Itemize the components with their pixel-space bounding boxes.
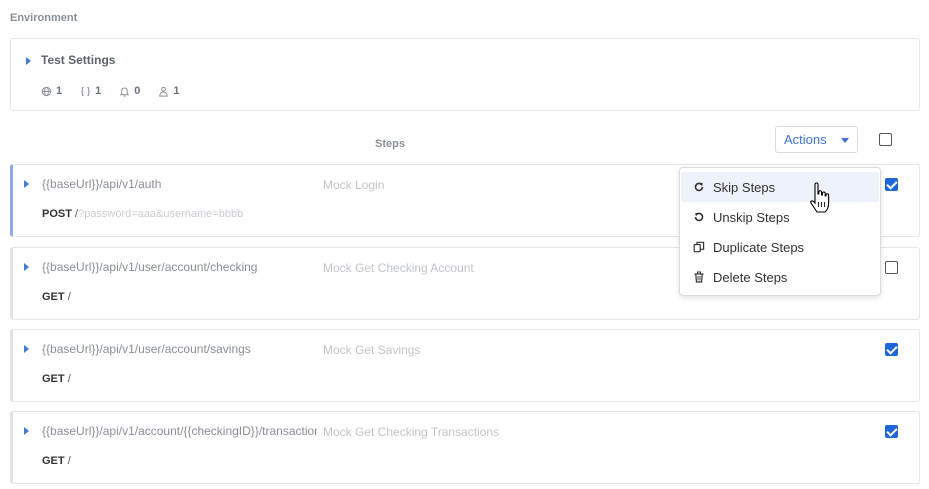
step-name: Mock Get Checking Account	[323, 261, 474, 275]
step-checkbox[interactable]	[885, 261, 898, 274]
expand-caret-icon[interactable]	[24, 263, 29, 271]
step-name: Mock Get Savings	[323, 343, 421, 357]
globe-icon	[41, 86, 52, 96]
settings-stats: 1 1 0 1	[41, 85, 180, 97]
step-checkbox[interactable]	[885, 178, 898, 191]
expand-caret-icon[interactable]	[24, 427, 29, 435]
menu-item-delete-steps[interactable]: Delete Steps	[681, 262, 879, 292]
expand-caret-icon[interactable]	[24, 180, 29, 188]
actions-dropdown-button[interactable]: Actions	[775, 126, 858, 153]
expand-caret-icon[interactable]	[24, 345, 29, 353]
step-method: GET	[42, 455, 65, 467]
stat-globe-value: 1	[56, 85, 63, 97]
bell-icon	[119, 87, 130, 97]
stat-user-value: 1	[173, 85, 180, 97]
stat-braces: 1	[80, 85, 101, 97]
step-url: {{baseUrl}}/api/v1/account/{{checkingID}…	[42, 424, 317, 438]
expand-caret-icon[interactable]	[26, 57, 31, 65]
step-method: GET	[42, 291, 65, 303]
test-settings-card[interactable]: Test Settings 1 1 0 1	[10, 38, 920, 111]
stat-globe: 1	[41, 85, 62, 97]
step-checkbox[interactable]	[885, 425, 898, 438]
steps-section-label: Steps	[375, 138, 405, 150]
step-row[interactable]: {{baseUrl}}/api/v1/account/{{checkingID}…	[10, 411, 920, 484]
step-name: Mock Login	[323, 178, 385, 192]
undo-icon	[693, 211, 705, 223]
menu-item-label: Unskip Steps	[713, 209, 790, 225]
stat-user: 1	[158, 85, 180, 97]
select-all-checkbox[interactable]	[879, 133, 892, 146]
step-query: ?password=aaa&username=bbbb	[78, 208, 244, 220]
stat-bell: 0	[119, 85, 140, 97]
step-row[interactable]: {{baseUrl}}/api/v1/user/account/savings …	[10, 329, 920, 402]
copy-icon	[693, 241, 705, 253]
step-method: GET	[42, 373, 65, 385]
hand-cursor-icon	[810, 182, 830, 213]
stat-bell-value: 0	[134, 85, 141, 97]
step-request: GET /	[42, 455, 71, 467]
menu-item-skip-steps[interactable]: Skip Steps	[681, 172, 879, 202]
test-settings-title[interactable]: Test Settings	[41, 53, 115, 67]
actions-menu: Skip Steps Unskip Steps Duplicate Steps …	[679, 167, 881, 296]
step-path: /	[67, 291, 71, 303]
step-url: {{baseUrl}}/api/v1/user/account/checking	[42, 260, 258, 274]
step-url: {{baseUrl}}/api/v1/user/account/savings	[42, 342, 251, 356]
menu-item-label: Delete Steps	[713, 269, 788, 285]
step-request: GET /	[42, 373, 71, 385]
step-path: /	[67, 373, 71, 385]
menu-item-duplicate-steps[interactable]: Duplicate Steps	[681, 232, 879, 262]
environment-label: Environment	[10, 12, 78, 24]
user-icon	[159, 86, 169, 97]
menu-item-unskip-steps[interactable]: Unskip Steps	[681, 202, 879, 232]
step-name: Mock Get Checking Transactions	[323, 425, 500, 439]
chevron-down-icon	[841, 138, 849, 143]
menu-item-label: Duplicate Steps	[713, 239, 805, 255]
menu-item-label: Skip Steps	[713, 179, 776, 195]
step-request: POST /?password=aaa&username=bbbb	[42, 208, 243, 220]
actions-label: Actions	[784, 132, 827, 147]
step-path: /	[67, 455, 71, 467]
step-method: POST	[42, 208, 72, 220]
step-url: {{baseUrl}}/api/v1/auth	[42, 177, 162, 191]
step-checkbox[interactable]	[885, 343, 898, 356]
stat-braces-value: 1	[95, 85, 102, 97]
redo-icon	[693, 181, 705, 193]
step-request: GET /	[42, 291, 71, 303]
trash-icon	[693, 271, 705, 283]
braces-icon	[81, 86, 90, 96]
